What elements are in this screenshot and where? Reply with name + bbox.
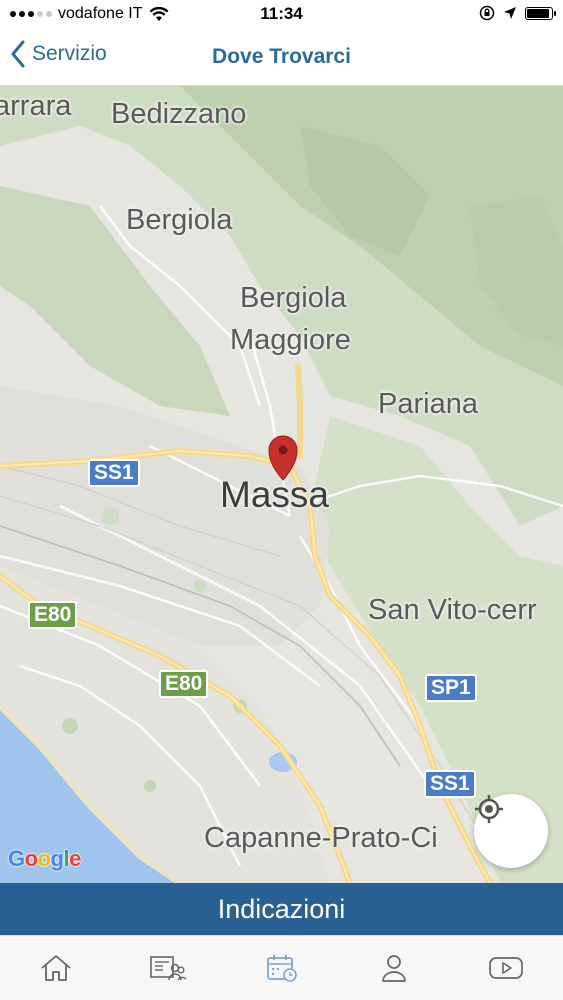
tab-video[interactable] (486, 950, 526, 986)
tab-calendar[interactable] (262, 950, 302, 986)
road-badge-sp1: SP1 (425, 674, 477, 702)
map-label-capanne: Capanne-Prato-Ci (204, 822, 438, 854)
map-label-bedizzano: Bedizzano (111, 98, 247, 130)
page-title: Dove Trovarci (212, 45, 351, 68)
map-label-san-vito: San Vito-cerr (368, 594, 537, 626)
battery-icon (525, 6, 556, 20)
youtube-icon (489, 957, 523, 979)
my-location-button[interactable] (474, 794, 548, 868)
tab-profile[interactable] (374, 950, 414, 986)
map-label-massa: Massa (220, 474, 329, 515)
news-people-icon (150, 956, 187, 981)
status-right (479, 5, 556, 21)
directions-button[interactable]: Indicazioni (0, 883, 563, 935)
orientation-lock-icon (479, 5, 495, 21)
location-arrow-icon (504, 7, 516, 19)
tab-news[interactable] (148, 950, 188, 986)
map-label-bergiola-maggiore-line1: Bergiola (240, 282, 347, 314)
road-badge-e80: E80 (28, 601, 78, 629)
crosshair-icon (475, 795, 503, 823)
map-view[interactable]: arrara Bedizzano Bergiola Bergiola Maggi… (0, 86, 563, 883)
road-badge-ss1: SS1 (424, 770, 476, 798)
user-icon (382, 955, 406, 982)
road-badge-e80: E80 (159, 670, 209, 698)
map-label-pariana: Pariana (378, 388, 478, 420)
tab-bar (0, 935, 563, 1000)
google-logo: Google (8, 846, 81, 871)
tab-home[interactable] (36, 950, 76, 986)
home-icon (41, 955, 71, 981)
status-bar: vodafone IT 11:34 (0, 0, 563, 30)
navigation-bar: Servizio Dove Trovarci (0, 30, 563, 86)
screen: vodafone IT 11:34 Servizio Dove Trovarci… (0, 0, 563, 1000)
map-label-carrara: arrara (0, 90, 72, 122)
map-label-bergiola: Bergiola (126, 204, 233, 236)
calendar-icon (267, 955, 297, 982)
map-label-bergiola-maggiore-line2: Maggiore (230, 324, 351, 356)
road-badge-ss1: SS1 (88, 459, 140, 487)
